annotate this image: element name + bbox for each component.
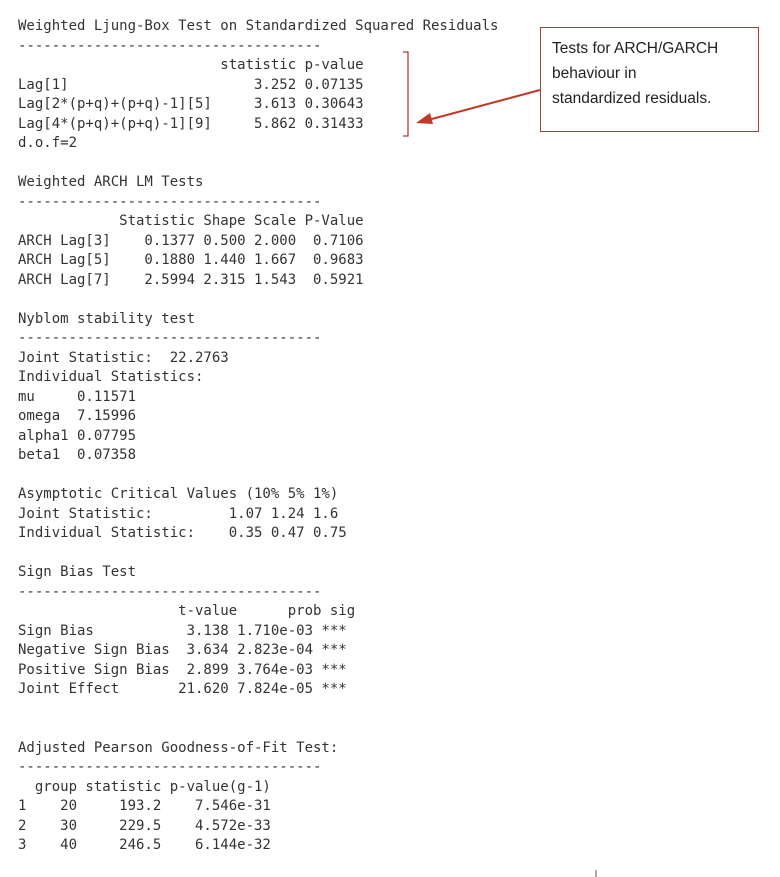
console-line: ARCH Lag[5] 0.1880 1.440 1.667 0.9683 [18,252,364,268]
console-line: Lag[4*(p+q)+(p+q)-1][9] 5.862 0.31433 [18,115,364,132]
console-line: Negative Sign Bias 3.634 2.823e-04 *** [18,642,347,658]
console-line: ------------------------------------ [18,330,322,346]
console-output: Weighted Ljung-Box Test on Standardized … [18,17,498,856]
console-line: 1 20 193.2 7.546e-31 [18,798,271,814]
annotation-callout-box: Tests for ARCH/GARCH behaviour in standa… [540,27,759,132]
annotation-line-1: Tests for ARCH/GARCH [552,40,719,57]
console-line: Joint Effect 21.620 7.824e-05 *** [18,681,347,697]
console-line: ------------------------------------ [18,583,322,600]
console-line: alpha1 0.07795 [18,427,137,444]
console-line: Lag[2*(p+q)+(p+q)-1][5] 3.613 0.30643 [18,96,364,112]
console-line: Sign Bias Test [18,564,137,580]
console-line: ------------------------------------ [18,37,322,54]
console-line: Weighted Ljung-Box Test on Standardized … [18,18,499,34]
console-line: group statistic p-value(g-1) [18,778,271,795]
console-line: Adjusted Pearson Goodness-of-Fit Test: [18,739,339,756]
annotation-line-2: behaviour in [552,65,637,82]
console-line: d.o.f=2 [18,135,78,151]
console-line: ------------------------------------ [18,193,322,210]
console-line: Statistic Shape Scale P-Value [18,213,364,229]
console-line: Sign Bias 3.138 1.710e-03 *** [18,622,347,639]
console-line: 2 30 229.5 4.572e-33 [18,817,271,834]
console-line: Lag[1] 3.252 0.07135 [18,76,364,93]
console-line: Joint Statistic: 22.2763 [18,349,229,366]
console-line: mu 0.11571 [18,388,137,405]
console-line: Asymptotic Critical Values (10% 5% 1%) [18,486,339,502]
console-line: Individual Statistics: [18,369,204,385]
console-line: beta1 0.07358 [18,447,137,463]
console-line: ------------------------------------ [18,759,322,775]
console-line: ARCH Lag[7] 2.5994 2.315 1.543 0.5921 [18,271,364,288]
console-line: Individual Statistic: 0.35 0.47 0.75 [18,525,347,541]
console-line: 3 40 246.5 6.144e-32 [18,837,271,853]
console-line: t-value prob sig [18,603,356,619]
console-line: Joint Statistic: 1.07 1.24 1.6 [18,505,339,522]
console-line: statistic p-value [18,57,364,73]
console-line: Positive Sign Bias 2.899 3.764e-03 *** [18,661,347,678]
console-line: omega 7.15996 [18,408,137,424]
console-line: ARCH Lag[3] 0.1377 0.500 2.000 0.7106 [18,232,364,249]
annotation-line-3: standardized residuals. [552,90,712,107]
console-line: Nyblom stability test [18,310,196,327]
console-line: Weighted ARCH LM Tests [18,174,204,190]
